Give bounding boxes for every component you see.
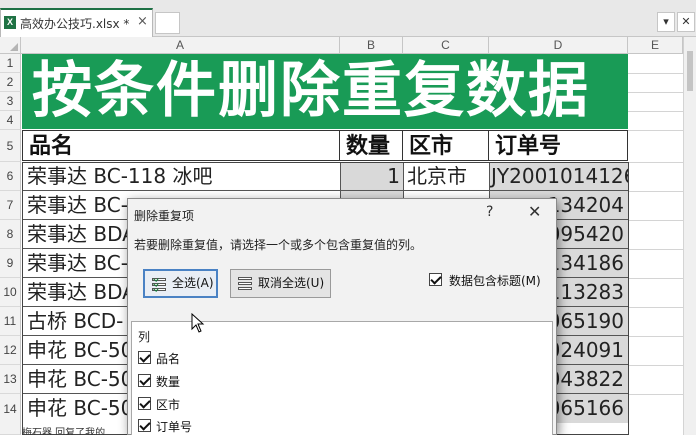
workbook-tab[interactable]: X 高效办公技巧.xlsx * × [0, 8, 153, 37]
columns-list[interactable]: 列 品名 数量 区市 订单号 [131, 321, 553, 435]
select-all-corner[interactable] [0, 37, 21, 54]
column-label[interactable]: 品名 [156, 350, 180, 367]
gridline [628, 307, 683, 308]
row-header-9[interactable]: 9 [0, 249, 21, 278]
row-header-1[interactable]: 1 [0, 54, 21, 73]
scrollbar-thumb[interactable] [687, 51, 693, 91]
unselect-all-button[interactable]: 取消全选(U) [230, 269, 331, 298]
row-header-8[interactable]: 8 [0, 220, 21, 249]
header-cell-qty[interactable]: 数量 [340, 130, 403, 161]
row-header-12[interactable]: 12 [0, 336, 21, 365]
row-header-3[interactable]: 3 [0, 92, 21, 111]
column-checkbox[interactable] [138, 419, 151, 432]
workbook-tab-bar: X 高效办公技巧.xlsx * × ▾ ✕ [0, 0, 696, 37]
gridline [628, 278, 683, 279]
row-header-5[interactable]: 5 [0, 130, 21, 162]
row-header-4[interactable]: 4 [0, 111, 21, 130]
gridline [628, 365, 683, 366]
sheet-title: 按条件删除重复数据 [32, 56, 590, 126]
header-cell-order[interactable]: 订单号 [489, 130, 628, 161]
has-headers-label[interactable]: 数据包含标题(M) [449, 272, 541, 289]
row-header-11[interactable]: 11 [0, 307, 21, 336]
dialog-description: 若要删除重复值，请选择一个或多个包含重复值的列。 [134, 238, 423, 252]
vertical-scrollbar[interactable] [683, 37, 696, 435]
select-all-button[interactable]: 全选(A) [143, 269, 218, 298]
columns-list-title: 列 [138, 330, 151, 344]
gridline [628, 249, 683, 250]
workbook-tab-title: 高效办公技巧.xlsx * [20, 17, 130, 31]
column-label[interactable]: 区市 [156, 396, 180, 413]
column-header-d[interactable]: D [489, 37, 628, 54]
excel-file-icon: X [4, 16, 16, 29]
gridline [628, 92, 683, 93]
overlay-caption: 梅石器 回复了我的 [22, 428, 106, 435]
mouse-cursor-icon [191, 313, 205, 333]
tab-list-dropdown-icon[interactable]: ▾ [657, 12, 675, 32]
column-label[interactable]: 订单号 [156, 418, 192, 435]
dialog-title: 删除重复项 [134, 209, 195, 223]
select-all-label: 全选(A) [172, 276, 214, 290]
gridline [628, 220, 683, 221]
row-header-10[interactable]: 10 [0, 278, 21, 307]
list-icon [238, 277, 252, 290]
gridline [628, 336, 683, 337]
gridline [628, 111, 683, 112]
gridline [683, 54, 684, 435]
column-header-e[interactable]: E [628, 37, 683, 54]
dialog-close-icon[interactable]: ✕ [528, 202, 541, 221]
excel-window: { "workbook": { "tab_title": "高效办公技巧.xls… [0, 0, 696, 435]
column-checkbox[interactable] [138, 374, 151, 387]
has-headers-checkbox[interactable] [429, 273, 442, 286]
gridline [628, 394, 683, 395]
new-tab-button[interactable] [155, 12, 180, 34]
row-header-7[interactable]: 7 [0, 191, 21, 220]
gridline [628, 191, 683, 192]
column-label[interactable]: 数量 [156, 373, 180, 390]
window-close-icon[interactable]: ✕ [677, 12, 695, 32]
gridline [628, 162, 683, 163]
column-header-b[interactable]: B [340, 37, 403, 54]
header-cell-name[interactable]: 品名 [22, 130, 340, 161]
row-header-13[interactable]: 13 [0, 365, 21, 394]
gridline [628, 73, 683, 74]
column-header-a[interactable]: A [21, 37, 340, 54]
gridline [628, 130, 683, 131]
row-header-14[interactable]: 14 [0, 394, 21, 435]
column-header-c[interactable]: C [403, 37, 489, 54]
sheet-title-banner[interactable]: 按条件删除重复数据 [22, 54, 628, 129]
help-icon[interactable]: ? [486, 204, 493, 220]
header-cell-city[interactable]: 区市 [403, 130, 489, 161]
checklist-icon [152, 278, 166, 291]
column-checkbox[interactable] [138, 351, 151, 364]
column-checkbox[interactable] [138, 397, 151, 410]
unselect-all-label: 取消全选(U) [258, 276, 325, 290]
row-header-2[interactable]: 2 [0, 73, 21, 92]
row-header-6[interactable]: 6 [0, 162, 21, 191]
tab-close-icon[interactable]: × [137, 14, 148, 29]
